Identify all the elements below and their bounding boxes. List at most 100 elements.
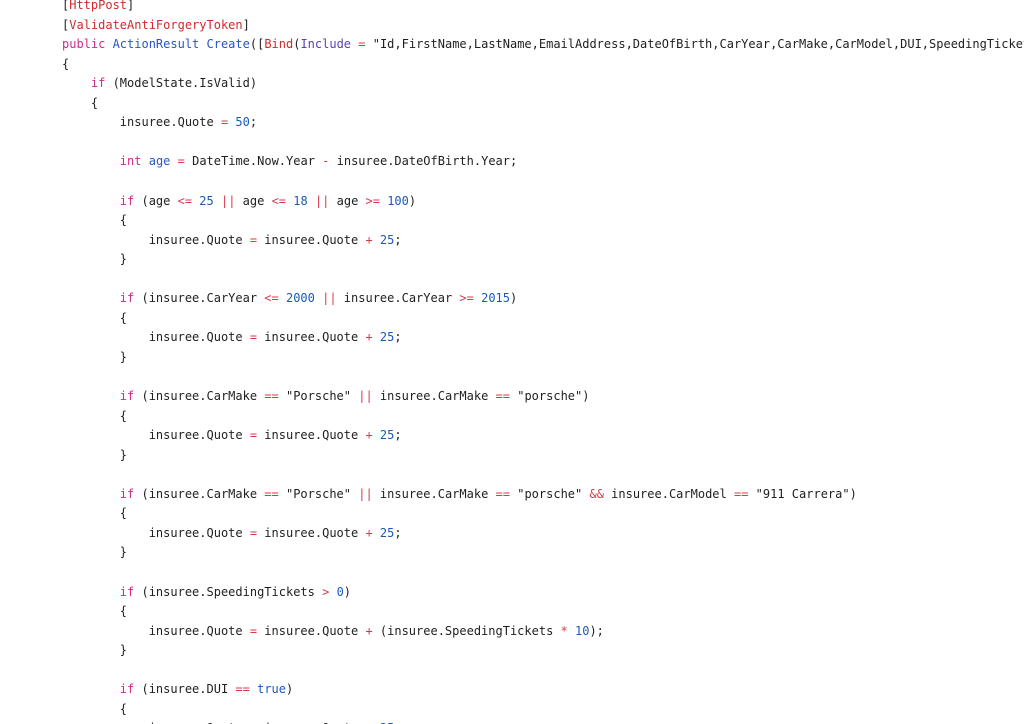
code-token: ==: [495, 389, 510, 403]
code-token: ): [343, 584, 352, 599]
code-token: true: [257, 682, 286, 697]
code-line[interactable]: {: [62, 603, 127, 619]
code-line[interactable]: if (insuree.SpeedingTickets > 0): [62, 584, 351, 600]
code-token: ValidateAntiForgeryToken: [69, 17, 243, 32]
code-token: 50: [235, 115, 250, 130]
code-token: public: [62, 37, 113, 52]
code-line[interactable]: insuree.Quote = insuree.Quote + 25;: [62, 329, 402, 345]
code-token: insuree.Quote: [62, 428, 250, 443]
code-line[interactable]: if (ModelState.IsValid): [62, 75, 257, 91]
code-line[interactable]: }: [62, 447, 127, 463]
code-token: ([: [249, 37, 265, 52]
code-token: age: [235, 193, 272, 208]
code-token: +: [365, 623, 373, 638]
code-token: ;: [394, 330, 402, 345]
code-line[interactable]: {: [62, 95, 98, 111]
code-line[interactable]: [ValidateAntiForgeryToken]: [62, 17, 250, 33]
code-line[interactable]: if (insuree.CarMake == "Porsche" || insu…: [62, 486, 857, 502]
code-token: ]: [242, 17, 250, 32]
code-line[interactable]: }: [62, 642, 127, 658]
code-token: +: [365, 232, 373, 247]
code-token: insuree.CarYear: [336, 291, 460, 306]
code-token: Bind: [264, 37, 294, 52]
code-token: insuree.Quote: [257, 525, 366, 540]
code-line[interactable]: [HttpPost]: [62, 0, 134, 13]
code-line[interactable]: {: [62, 408, 127, 424]
code-token: if: [119, 193, 135, 208]
code-token: ;: [394, 525, 402, 540]
code-line[interactable]: insuree.Quote = insuree.Quote + 25;: [62, 232, 402, 248]
code-line[interactable]: public ActionResult Create([Bind(Include…: [62, 36, 1024, 52]
code-token: if: [119, 291, 135, 306]
code-line[interactable]: if (age <= 25 || age <= 18 || age >= 100…: [62, 193, 416, 209]
code-token: insuree.Quote: [62, 330, 250, 345]
code-line[interactable]: {: [62, 56, 69, 72]
code-line[interactable]: insuree.Quote = insuree.Quote + (insuree…: [62, 623, 604, 639]
code-line[interactable]: }: [62, 251, 127, 267]
code-token: "porsche": [517, 389, 583, 403]
code-token: =: [351, 37, 373, 52]
code-token: ==: [495, 486, 510, 501]
code-token: }: [62, 643, 128, 658]
code-token: <=: [264, 291, 279, 306]
code-token: Include: [300, 37, 352, 52]
code-token: {: [62, 310, 128, 325]
code-token: =: [249, 623, 258, 638]
code-line[interactable]: insuree.Quote = insuree.Quote + 25;: [62, 427, 402, 443]
code-token: =: [249, 232, 258, 247]
code-token: +: [365, 428, 373, 443]
code-token: (ModelState.IsValid): [105, 76, 258, 91]
code-line[interactable]: {: [62, 212, 127, 228]
code-token: 25: [199, 193, 214, 208]
code-line[interactable]: insuree.Quote = insuree.Quote + 25;: [62, 525, 402, 541]
code-token: +: [365, 525, 373, 540]
code-line[interactable]: {: [62, 310, 127, 326]
code-token: ||: [314, 193, 330, 208]
code-token: "911 Carrera": [755, 486, 850, 501]
code-token: 25: [379, 525, 395, 540]
code-token: ]: [127, 0, 135, 12]
code-token: ;: [249, 115, 258, 130]
code-token: insuree.Quote: [257, 330, 366, 345]
code-line[interactable]: if (insuree.DUI == true): [62, 681, 293, 697]
code-line[interactable]: }: [62, 544, 127, 560]
code-line[interactable]: int age = DateTime.Now.Year - insuree.Da…: [62, 153, 517, 169]
code-token: ||: [322, 291, 337, 306]
code-token: ||: [358, 486, 373, 501]
code-line[interactable]: insuree.Quote = insuree.Quote + 25;: [62, 720, 402, 724]
code-token: 2015: [481, 291, 510, 306]
code-token: if: [119, 682, 135, 697]
code-token: ): [286, 682, 294, 697]
code-token: 18: [293, 193, 308, 208]
code-editor[interactable]: [HttpPost] [ValidateAntiForgeryToken] publ…: [0, 0, 1024, 724]
code-token: "Id,FirstName,LastName,EmailAddress,Date…: [372, 37, 1024, 52]
code-token: (insuree.CarMake: [134, 486, 265, 501]
code-line[interactable]: if (insuree.CarMake == "Porsche" || insu…: [62, 388, 590, 404]
code-token: >=: [459, 291, 474, 306]
code-token: ==: [264, 486, 279, 501]
code-token: int: [119, 154, 142, 169]
code-line[interactable]: if (insuree.CarYear <= 2000 || insuree.C…: [62, 290, 517, 306]
code-token: 25: [379, 232, 395, 247]
code-token: insuree.Quote: [257, 623, 366, 638]
code-line[interactable]: {: [62, 505, 127, 521]
code-line[interactable]: insuree.Quote = 50;: [62, 114, 257, 130]
code-token: (insuree.SpeedingTickets: [134, 584, 323, 599]
code-line[interactable]: }: [62, 349, 127, 365]
code-token: }: [62, 349, 128, 364]
code-line[interactable]: {: [62, 701, 127, 717]
code-token: *: [560, 623, 568, 638]
